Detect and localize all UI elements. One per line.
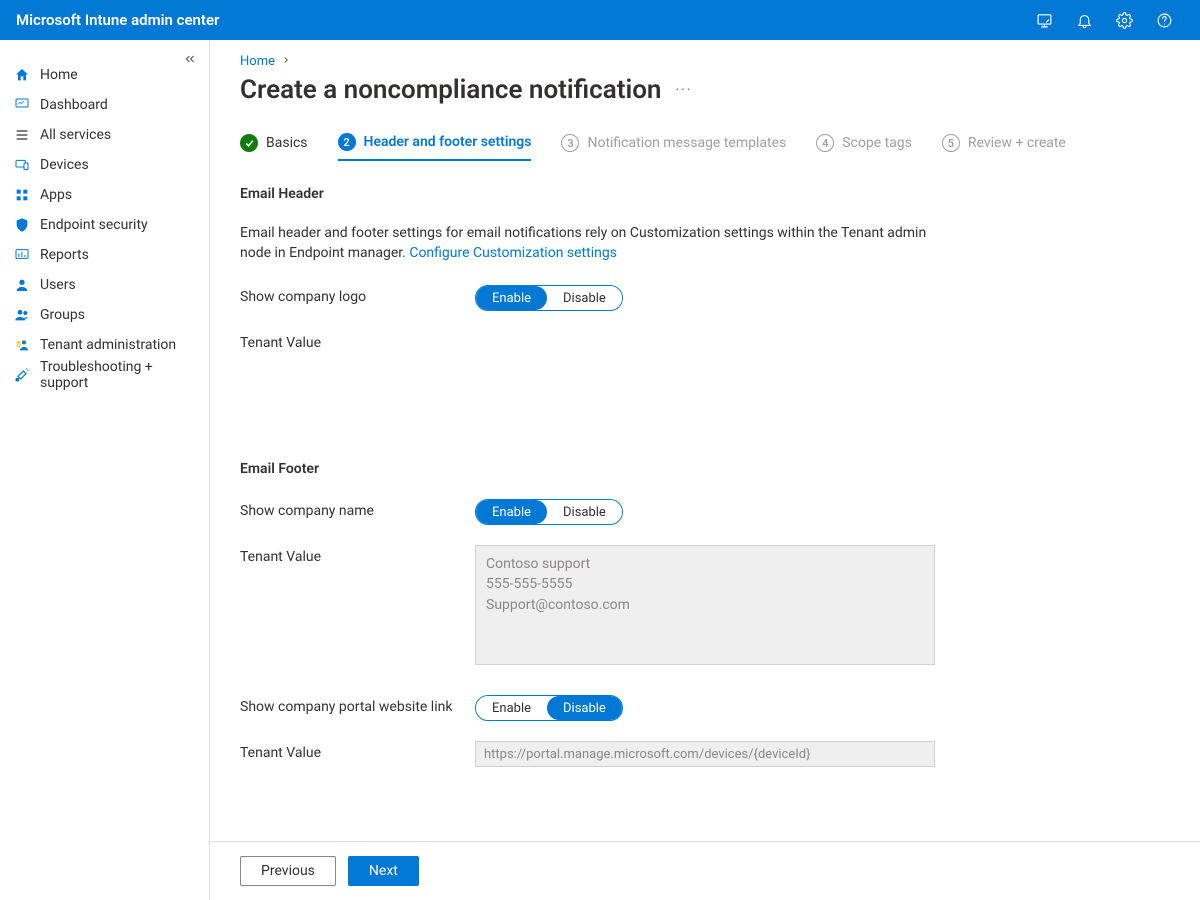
sidebar-item-tenant-administration[interactable]: Tenant administration bbox=[0, 330, 209, 360]
sidebar-item-reports[interactable]: Reports bbox=[0, 240, 209, 270]
step-number: 3 bbox=[561, 134, 579, 152]
label-show-company-logo: Show company logo bbox=[240, 285, 475, 305]
sidebar-item-label: Apps bbox=[40, 187, 72, 203]
home-icon bbox=[14, 67, 30, 83]
tenant-value-box: Contoso support 555-555-5555 Support@con… bbox=[475, 545, 935, 665]
toggle-portal-disable[interactable]: Disable bbox=[547, 696, 622, 720]
wizard-step-label: Basics bbox=[266, 135, 308, 151]
label-tenant-value-header: Tenant Value bbox=[240, 331, 475, 351]
section-email-header: Email Header bbox=[240, 186, 1170, 202]
group-icon bbox=[14, 307, 30, 323]
reports-icon bbox=[14, 247, 30, 263]
section-email-footer: Email Footer bbox=[240, 461, 1170, 477]
wizard-step-3: 3 Notification message templates bbox=[561, 134, 786, 160]
collapse-sidebar-icon[interactable] bbox=[181, 50, 199, 68]
more-actions-icon[interactable]: ··· bbox=[675, 82, 692, 98]
sidebar-item-all-services[interactable]: All services bbox=[0, 120, 209, 150]
label-show-company-name: Show company name bbox=[240, 499, 475, 519]
sidebar-item-label: Tenant administration bbox=[40, 337, 176, 353]
toggle-logo-disable[interactable]: Disable bbox=[547, 286, 622, 310]
step-number: 2 bbox=[338, 133, 356, 151]
step-number: 4 bbox=[816, 134, 834, 152]
sidebar-item-dashboard[interactable]: Dashboard bbox=[0, 90, 209, 120]
toggle-show-company-logo[interactable]: Enable Disable bbox=[475, 285, 623, 311]
page-title: Create a noncompliance notification bbox=[240, 75, 661, 105]
main-area: Home Create a noncompliance notification… bbox=[210, 40, 1200, 900]
sidebar-item-apps[interactable]: Apps bbox=[0, 180, 209, 210]
sidebar-item-users[interactable]: Users bbox=[0, 270, 209, 300]
sidebar-item-label: Dashboard bbox=[40, 97, 108, 113]
toggle-logo-enable[interactable]: Enable bbox=[476, 286, 547, 310]
toggle-portal-enable[interactable]: Enable bbox=[476, 696, 547, 720]
toggle-name-enable[interactable]: Enable bbox=[476, 500, 547, 524]
sidebar-item-home[interactable]: Home bbox=[0, 60, 209, 90]
wizard-step-5: 5 Review + create bbox=[942, 134, 1066, 160]
footer-bar: Previous Next bbox=[210, 841, 1200, 900]
sidebar-item-endpoint-security[interactable]: Endpoint security bbox=[0, 210, 209, 240]
apps-icon bbox=[14, 187, 30, 203]
topbar-icons bbox=[1024, 0, 1184, 40]
sidebar-item-label: Devices bbox=[40, 157, 89, 173]
wizard-step-label: Review + create bbox=[968, 135, 1066, 151]
label-tenant-value-footer: Tenant Value bbox=[240, 545, 475, 565]
sidebar-item-label: Troubleshooting + support bbox=[40, 359, 195, 391]
sidebar-item-label: Reports bbox=[40, 247, 89, 263]
wizard-step-2[interactable]: 2 Header and footer settings bbox=[338, 133, 532, 161]
next-button[interactable]: Next bbox=[348, 856, 419, 886]
wizard-step-1[interactable]: Basics bbox=[240, 134, 308, 160]
sidebar-item-troubleshooting-support[interactable]: Troubleshooting + support bbox=[0, 360, 209, 390]
check-icon bbox=[240, 134, 258, 152]
sidebar-item-label: Groups bbox=[40, 307, 85, 323]
list-icon bbox=[14, 127, 30, 143]
sidebar-item-label: Home bbox=[40, 67, 78, 83]
help-icon[interactable] bbox=[1144, 0, 1184, 40]
label-show-portal-link: Show company portal website link bbox=[240, 695, 475, 715]
wizard-steps: Basics 2 Header and footer settings 3 Notifi… bbox=[240, 133, 1170, 162]
sidebar-item-label: All services bbox=[40, 127, 111, 143]
configure-customization-link[interactable]: Configure Customization settings bbox=[409, 245, 617, 261]
app-title: Microsoft Intune admin center bbox=[16, 11, 219, 29]
previous-button[interactable]: Previous bbox=[240, 856, 336, 886]
label-tenant-value-url: Tenant Value bbox=[240, 741, 475, 761]
sidebar-item-label: Users bbox=[40, 277, 76, 293]
tools-icon bbox=[14, 367, 30, 383]
toggle-show-portal-link[interactable]: Enable Disable bbox=[475, 695, 623, 721]
user-icon bbox=[14, 277, 30, 293]
sidebar-item-groups[interactable]: Groups bbox=[0, 300, 209, 330]
dashboard-icon bbox=[14, 97, 30, 113]
tenant-url-input bbox=[475, 741, 935, 767]
wizard-step-4: 4 Scope tags bbox=[816, 134, 912, 160]
step-number: 5 bbox=[942, 134, 960, 152]
notifications-icon[interactable] bbox=[1064, 0, 1104, 40]
cloud-shell-icon[interactable] bbox=[1024, 0, 1064, 40]
breadcrumb-home[interactable]: Home bbox=[240, 54, 275, 69]
toggle-name-disable[interactable]: Disable bbox=[547, 500, 622, 524]
sidebar: Home Dashboard All services Devices Apps Endp… bbox=[0, 40, 210, 900]
top-bar: Microsoft Intune admin center bbox=[0, 0, 1200, 40]
breadcrumb: Home bbox=[240, 54, 1170, 69]
wizard-step-label: Header and footer settings bbox=[364, 134, 532, 150]
chevron-right-icon bbox=[281, 54, 291, 69]
settings-icon[interactable] bbox=[1104, 0, 1144, 40]
tenant-icon bbox=[14, 337, 30, 353]
wizard-step-label: Notification message templates bbox=[587, 135, 786, 151]
sidebar-item-devices[interactable]: Devices bbox=[0, 150, 209, 180]
wizard-step-label: Scope tags bbox=[842, 135, 912, 151]
shield-icon bbox=[14, 217, 30, 233]
devices-icon bbox=[14, 157, 30, 173]
toggle-show-company-name[interactable]: Enable Disable bbox=[475, 499, 623, 525]
sidebar-item-label: Endpoint security bbox=[40, 217, 148, 233]
help-text: Email header and footer settings for ema… bbox=[240, 224, 940, 263]
